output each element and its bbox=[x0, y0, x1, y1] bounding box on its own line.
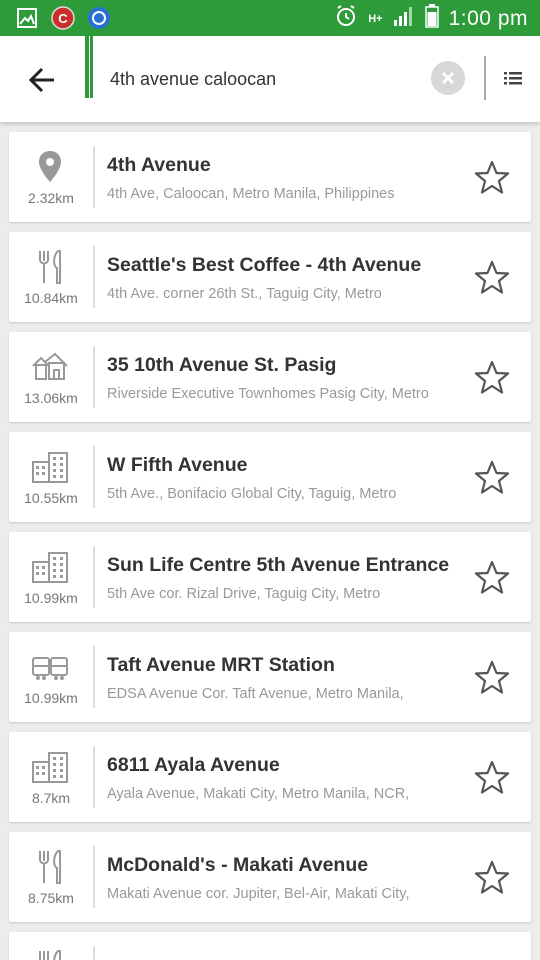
divider bbox=[93, 246, 95, 308]
search-input[interactable] bbox=[110, 64, 410, 94]
clock: 1:00 pm bbox=[448, 6, 528, 30]
building-icon bbox=[31, 548, 69, 586]
status-bar: C H+ 1:00 pm bbox=[0, 0, 540, 36]
close-icon bbox=[441, 71, 455, 85]
favorite-button[interactable] bbox=[474, 260, 510, 296]
search-accent bbox=[90, 36, 93, 98]
place-address: 4th Ave. corner 26th St., Taguig City, M… bbox=[107, 286, 382, 302]
divider bbox=[93, 146, 95, 208]
list-item[interactable] bbox=[9, 932, 531, 960]
distance-label: 10.99km bbox=[24, 590, 78, 606]
star-icon bbox=[474, 860, 510, 894]
app-notification-icon: C bbox=[50, 5, 76, 31]
results-list: 2.32km 4th Avenue 4th Ave, Caloocan, Met… bbox=[9, 132, 531, 960]
divider bbox=[93, 346, 95, 408]
restaurant-icon bbox=[31, 248, 69, 286]
transit-icon bbox=[31, 648, 69, 686]
distance-label: 10.99km bbox=[24, 690, 78, 706]
divider bbox=[93, 546, 95, 608]
list-item[interactable]: 13.06km 35 10th Avenue St. Pasig Riversi… bbox=[9, 332, 531, 422]
divider bbox=[93, 746, 95, 808]
place-address: Makati Avenue cor. Jupiter, Bel-Air, Mak… bbox=[107, 886, 410, 902]
place-title: 4th Avenue bbox=[107, 154, 211, 176]
place-address: EDSA Avenue Cor. Taft Avenue, Metro Mani… bbox=[107, 686, 404, 702]
divider bbox=[93, 646, 95, 708]
clear-search-button[interactable] bbox=[431, 61, 465, 95]
house-icon bbox=[31, 348, 69, 386]
list-item[interactable]: 10.55km W Fifth Avenue 5th Ave., Bonifac… bbox=[9, 432, 531, 522]
list-item[interactable]: 10.84km Seattle's Best Coffee - 4th Aven… bbox=[9, 232, 531, 322]
favorite-button[interactable] bbox=[474, 360, 510, 396]
place-address: 5th Ave., Bonifacio Global City, Taguig,… bbox=[107, 486, 397, 502]
place-address: Riverside Executive Townhomes Pasig City… bbox=[107, 386, 429, 402]
star-icon bbox=[474, 360, 510, 394]
distance-label: 8.75km bbox=[28, 890, 74, 906]
distance-label: 8.7km bbox=[31, 790, 71, 806]
search-accent bbox=[85, 36, 89, 98]
distance-label: 2.32km bbox=[28, 190, 74, 206]
battery-icon bbox=[424, 4, 439, 33]
favorite-button[interactable] bbox=[474, 460, 510, 496]
list-item[interactable]: 10.99km Taft Avenue MRT Station EDSA Ave… bbox=[9, 632, 531, 722]
favorite-button[interactable] bbox=[474, 660, 510, 696]
alarm-icon bbox=[334, 4, 358, 33]
favorite-button[interactable] bbox=[474, 760, 510, 796]
location-pin-icon bbox=[31, 148, 69, 186]
place-title: Seattle's Best Coffee - 4th Avenue bbox=[107, 254, 422, 276]
list-icon bbox=[504, 72, 522, 85]
place-address: 5th Ave cor. Rizal Drive, Taguig City, M… bbox=[107, 586, 381, 602]
restaurant-icon bbox=[31, 848, 69, 886]
place-title: McDonald's - Makati Avenue bbox=[107, 854, 369, 876]
svg-text:C: C bbox=[58, 11, 68, 26]
star-icon bbox=[474, 760, 510, 794]
restaurant-icon bbox=[31, 948, 69, 960]
divider bbox=[484, 56, 486, 100]
place-title: 6811 Ayala Avenue bbox=[107, 754, 280, 776]
divider bbox=[93, 446, 95, 508]
building-icon bbox=[31, 748, 69, 786]
favorite-button[interactable] bbox=[474, 160, 510, 196]
place-address: 4th Ave, Caloocan, Metro Manila, Philipp… bbox=[107, 186, 395, 202]
favorite-button[interactable] bbox=[474, 560, 510, 596]
place-address: Ayala Avenue, Makati City, Metro Manila,… bbox=[107, 786, 410, 802]
browser-notification-icon bbox=[86, 5, 112, 31]
distance-label: 10.55km bbox=[24, 490, 78, 506]
building-icon bbox=[31, 448, 69, 486]
place-title: W Fifth Avenue bbox=[107, 454, 248, 476]
search-bar bbox=[0, 36, 540, 122]
place-title: Taft Avenue MRT Station bbox=[107, 654, 335, 676]
arrow-left-icon bbox=[28, 67, 54, 93]
star-icon bbox=[474, 460, 510, 494]
divider bbox=[93, 846, 95, 908]
favorite-button[interactable] bbox=[474, 860, 510, 896]
list-item[interactable]: 8.75km McDonald's - Makati Avenue Makati… bbox=[9, 832, 531, 922]
gallery-icon bbox=[14, 5, 40, 31]
list-item[interactable]: 8.7km 6811 Ayala Avenue Ayala Avenue, Ma… bbox=[9, 732, 531, 822]
list-item[interactable]: 10.99km Sun Life Centre 5th Avenue Entra… bbox=[9, 532, 531, 622]
divider bbox=[93, 946, 95, 960]
back-button[interactable] bbox=[22, 60, 62, 100]
distance-label: 10.84km bbox=[24, 290, 78, 306]
place-title: Sun Life Centre 5th Avenue Entrance bbox=[107, 554, 450, 576]
signal-icon bbox=[393, 5, 415, 32]
star-icon bbox=[474, 260, 510, 294]
star-icon bbox=[474, 160, 510, 194]
star-icon bbox=[474, 560, 510, 594]
place-title: 35 10th Avenue St. Pasig bbox=[107, 354, 337, 376]
network-type-label: H+ bbox=[368, 12, 383, 25]
distance-label: 13.06km bbox=[24, 390, 78, 406]
list-menu-button[interactable] bbox=[500, 66, 526, 90]
star-icon bbox=[474, 660, 510, 694]
list-item[interactable]: 2.32km 4th Avenue 4th Ave, Caloocan, Met… bbox=[9, 132, 531, 222]
